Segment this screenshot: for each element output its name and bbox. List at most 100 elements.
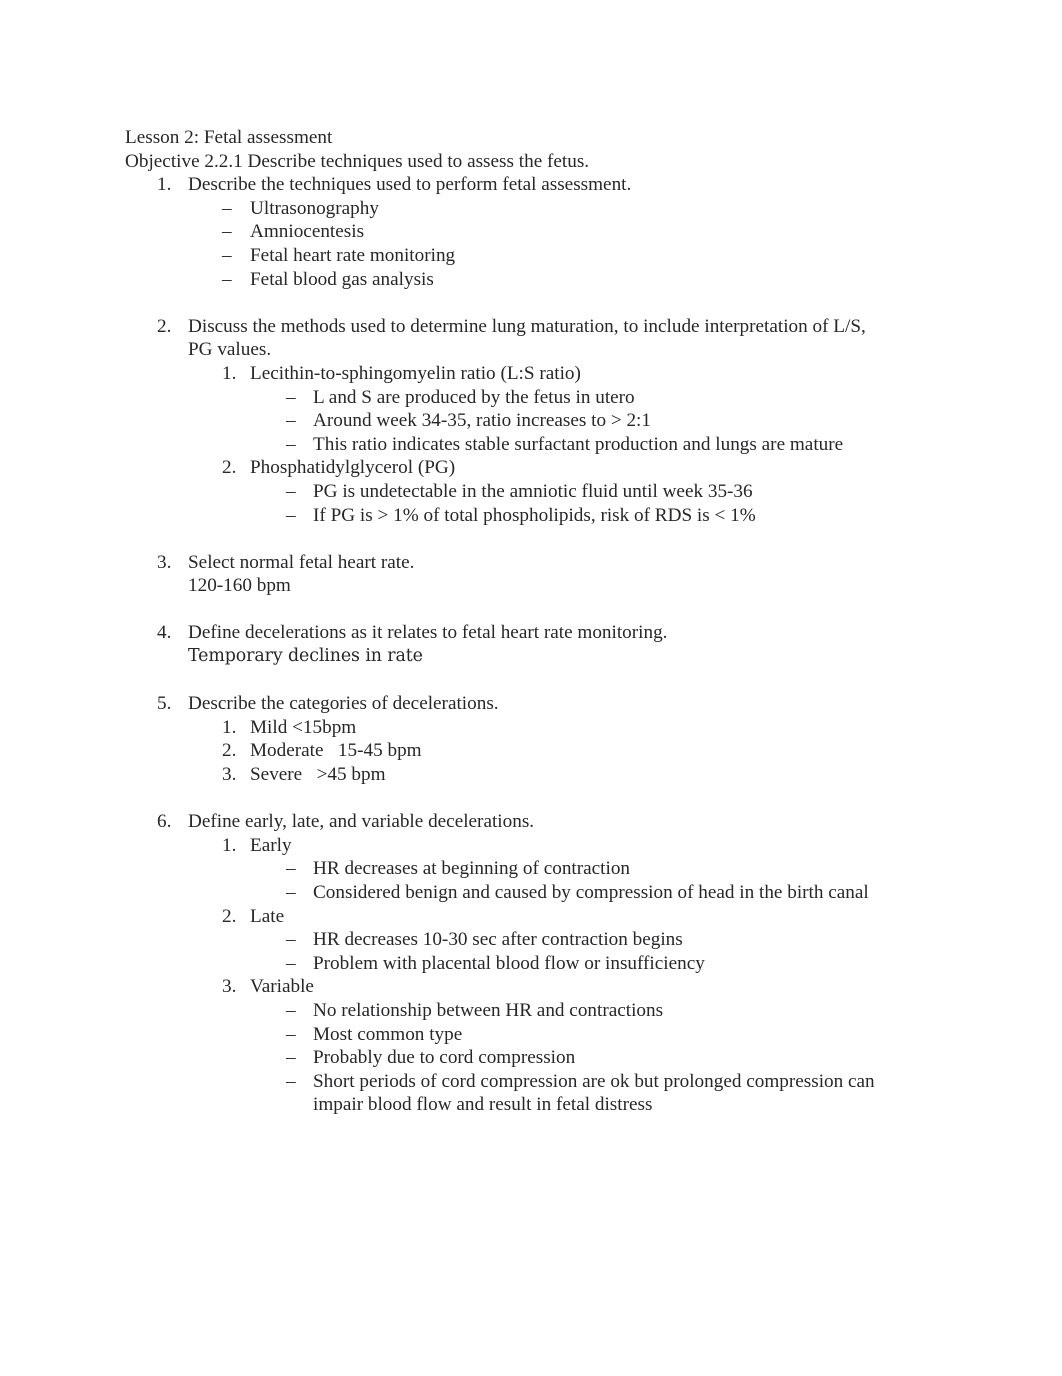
list-item-text: Ultrasonography — [250, 197, 379, 219]
list-item: 2. Moderate 15-45 bpm — [222, 739, 885, 763]
list-marker: 3. — [222, 764, 237, 786]
list-marker: 2. — [222, 905, 237, 927]
list-marker: 3. — [157, 551, 172, 573]
list-item-text: Short periods of cord compression are ok… — [313, 1070, 880, 1116]
list-item-text: Variable — [250, 976, 314, 998]
list-marker: 1. — [222, 362, 237, 384]
document-body: Lesson 2: Fetal assessment Objective 2.2… — [125, 126, 885, 1117]
list-item-text: Moderate 15-45 bpm — [250, 740, 422, 762]
list-item-text: Most common type — [313, 1023, 463, 1045]
list-item: 3. Select normal fetal heart rate. — [157, 551, 885, 575]
list-item-text: Amniocentesis — [250, 221, 365, 243]
list-marker: 1. — [157, 174, 172, 196]
list-item-text: Select normal fetal heart rate. — [188, 551, 415, 573]
list-marker: 4. — [157, 622, 172, 644]
list-item: 6. Define early, late, and variable dece… — [157, 810, 885, 834]
list-marker: 2. — [157, 315, 172, 337]
list-item: – Considered benign and caused by compre… — [286, 881, 885, 905]
list-item: 2. Late — [222, 905, 885, 929]
list-item-text: Lecithin-to-sphingomyelin ratio (L:S rat… — [250, 362, 581, 384]
list-item-text: Define decelerations as it relates to fe… — [188, 622, 668, 644]
answer-text: 120-160 bpm — [188, 575, 291, 597]
list-marker: 1. — [222, 716, 237, 738]
list-item: – L and S are produced by the fetus in u… — [286, 386, 885, 410]
list-item-text: PG is undetectable in the amniotic fluid… — [313, 480, 753, 502]
list-item-text: L and S are produced by the fetus in ute… — [313, 386, 635, 408]
list-item: – Fetal blood gas analysis — [222, 268, 885, 292]
list-item-text: HR decreases at beginning of contraction — [313, 858, 631, 880]
list-item-text: Early — [250, 834, 292, 856]
lesson-title: Lesson 2: Fetal assessment — [125, 127, 333, 148]
list-item: – Most common type — [286, 1023, 885, 1047]
list-marker: 6. — [157, 811, 172, 833]
list-item-text: No relationship between HR and contracti… — [313, 999, 664, 1021]
list-marker: 3. — [222, 976, 237, 998]
list-item-text: Describe the categories of decelerations… — [188, 693, 499, 715]
dash-marker: – — [286, 386, 296, 408]
list-item: – Short periods of cord compression are … — [286, 1070, 885, 1117]
list-item-text: Mild <15bpm — [250, 716, 357, 738]
document-page: Lesson 2: Fetal assessment Objective 2.2… — [0, 0, 1062, 1376]
dash-marker: – — [286, 999, 296, 1021]
dash-marker: – — [286, 1023, 296, 1045]
list-item-text: Describe the techniques used to perform … — [188, 174, 632, 196]
list-item: – Around week 34-35, ratio increases to … — [286, 409, 885, 433]
list-marker: 1. — [222, 834, 237, 856]
list-item-text: Late — [250, 905, 285, 927]
dash-marker: – — [222, 221, 232, 243]
list-item: 3. Severe >45 bpm — [222, 763, 885, 787]
list-item: 2. Phosphatidylglycerol (PG) — [222, 456, 885, 480]
list-item-text: Phosphatidylglycerol (PG) — [250, 457, 456, 479]
dash-marker: – — [286, 433, 296, 455]
dash-marker: – — [286, 1047, 296, 1069]
list-item: – Amniocentesis — [222, 220, 885, 244]
dash-marker: – — [222, 244, 232, 266]
list-item: – Ultrasonography — [222, 197, 885, 221]
dash-marker: – — [286, 858, 296, 880]
list-item: – HR decreases 10-30 sec after contracti… — [286, 928, 885, 952]
dash-marker: – — [222, 197, 232, 219]
list-item: – This ratio indicates stable surfactant… — [286, 433, 885, 457]
list-marker: 2. — [222, 740, 237, 762]
list-item-text: Fetal blood gas analysis — [250, 268, 434, 290]
list-item: – Problem with placental blood flow or i… — [286, 952, 885, 976]
list-item-text: Severe >45 bpm — [250, 764, 386, 786]
list-item: 1. Mild <15bpm — [222, 716, 885, 740]
list-item: – No relationship between HR and contrac… — [286, 999, 885, 1023]
list-item: 3. Variable — [222, 975, 885, 999]
list-item: – If PG is > 1% of total phospholipids, … — [286, 504, 885, 528]
objective-line: Objective 2.2.1 Describe techniques used… — [125, 150, 590, 172]
dash-marker: – — [286, 410, 296, 432]
list-item-text: Considered benign and caused by compress… — [313, 882, 869, 903]
dash-marker: – — [222, 268, 232, 290]
list-item-text: Around week 34-35, ratio increases to > … — [313, 410, 651, 432]
list-item: 2. Discuss the methods used to determine… — [157, 315, 885, 362]
dash-marker: – — [286, 929, 296, 951]
list-item: 5. Describe the categories of decelerati… — [157, 692, 885, 716]
dash-marker: – — [286, 882, 296, 903]
list-item-text: If PG is > 1% of total phospholipids, ri… — [313, 504, 756, 526]
list-item-text: Define early, late, and variable deceler… — [188, 811, 535, 833]
list-item: – PG is undetectable in the amniotic flu… — [286, 480, 885, 504]
answer-text: Temporary declines in rate — [188, 646, 423, 667]
dash-marker: – — [286, 952, 296, 974]
list-item-text: Discuss the methods used to determine lu… — [188, 315, 871, 361]
dash-marker: – — [286, 504, 296, 526]
list-item: – Probably due to cord compression — [286, 1046, 885, 1070]
list-item-text: Fetal heart rate monitoring — [250, 244, 456, 266]
list-item: – Fetal heart rate monitoring — [222, 244, 885, 268]
list-item: 1. Describe the techniques used to perfo… — [157, 173, 885, 197]
list-item: 1. Early — [222, 834, 885, 858]
list-item: – HR decreases at beginning of contracti… — [286, 857, 885, 881]
list-item-text: Probably due to cord compression — [313, 1047, 576, 1069]
list-item: 4. Define decelerations as it relates to… — [157, 621, 885, 645]
list-marker: 2. — [222, 457, 237, 479]
dash-marker: – — [286, 480, 296, 502]
list-item-text: Problem with placental blood flow or ins… — [313, 952, 705, 974]
list-item-text: This ratio indicates stable surfactant p… — [313, 433, 844, 455]
